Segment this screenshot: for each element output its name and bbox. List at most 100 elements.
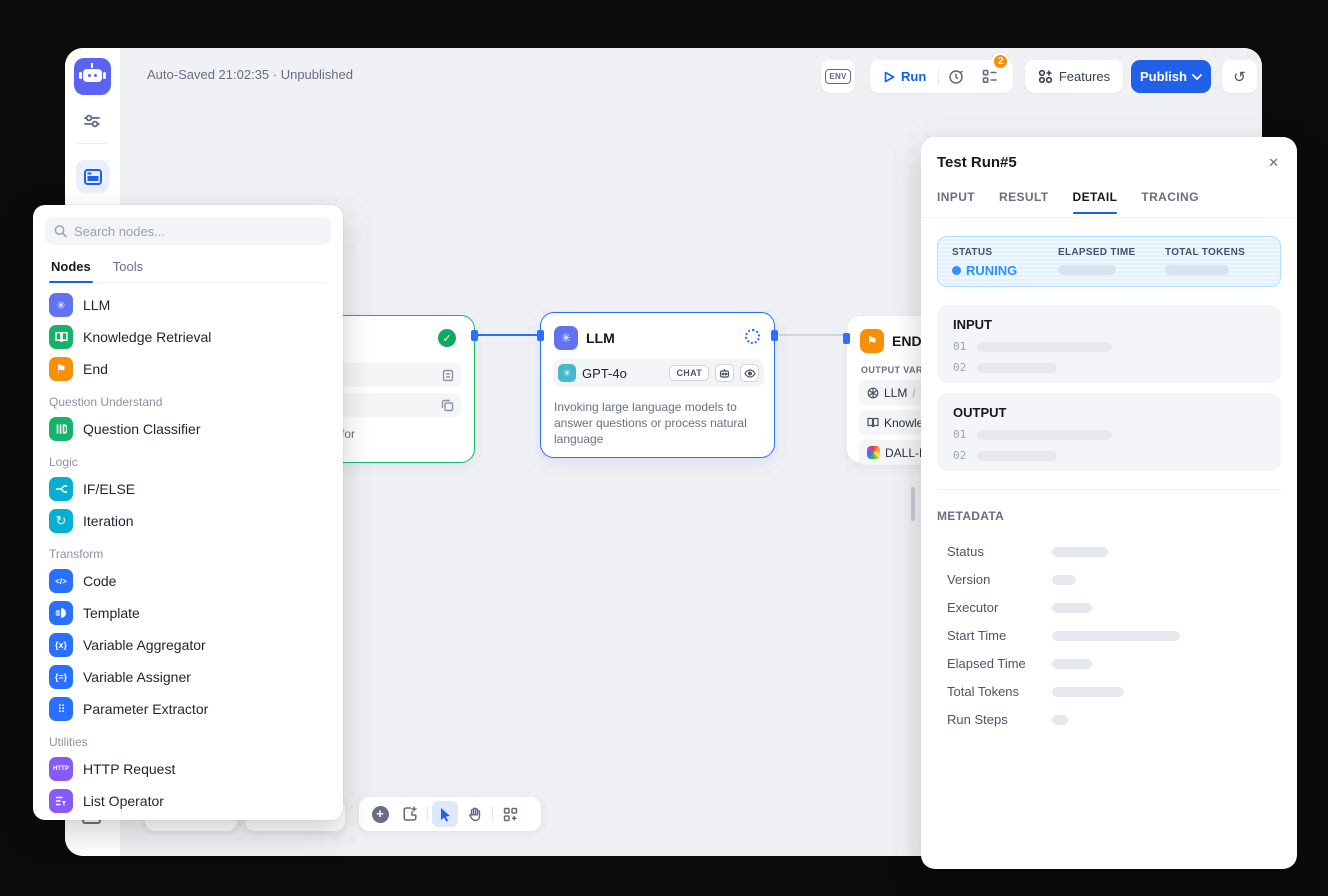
plus-icon: + bbox=[372, 806, 389, 823]
search-icon bbox=[54, 224, 67, 238]
section-question-understand: Question Understand bbox=[41, 385, 335, 413]
env-icon: ENV bbox=[825, 69, 850, 84]
tab-nodes[interactable]: Nodes bbox=[49, 255, 93, 282]
code-icon: </> bbox=[49, 569, 73, 593]
skeleton-bar bbox=[1052, 603, 1092, 613]
app-robot-icon[interactable] bbox=[74, 58, 111, 95]
node-item-if-else[interactable]: IF/ELSE bbox=[41, 473, 335, 505]
canvas-toolbar: + bbox=[359, 797, 541, 831]
section-logic: Logic bbox=[41, 445, 335, 473]
node-item-variable-assigner[interactable]: {=} Variable Assigner bbox=[41, 661, 335, 693]
window-icon bbox=[84, 169, 102, 185]
skeleton-bar bbox=[1052, 575, 1076, 585]
skeleton-bar bbox=[1052, 687, 1124, 697]
dalle-icon bbox=[867, 446, 880, 459]
meta-run-steps-label: Run Steps bbox=[947, 712, 1052, 727]
status-value: RUNING bbox=[966, 263, 1017, 278]
hand-icon bbox=[468, 807, 482, 822]
chevron-down-icon bbox=[1192, 74, 1202, 80]
llm-node[interactable]: ✳ LLM ✳ GPT-4o CHAT Invoking large langu… bbox=[540, 312, 775, 458]
node-item-http-request[interactable]: HTTP HTTP Request bbox=[41, 753, 335, 785]
cursor-icon bbox=[439, 807, 452, 822]
node-item-code[interactable]: </> Code bbox=[41, 565, 335, 597]
input-title: INPUT bbox=[953, 317, 1265, 332]
list-filter-icon bbox=[49, 789, 73, 813]
flag-icon: ⚑ bbox=[49, 357, 73, 381]
env-button[interactable]: ENV bbox=[821, 60, 855, 93]
skeleton-bar bbox=[977, 363, 1057, 373]
tab-input[interactable]: INPUT bbox=[937, 190, 975, 214]
status-card: STATUS RUNING ELAPSED TIME TOTAL TOKENS bbox=[937, 236, 1281, 287]
llm-output-handle[interactable] bbox=[771, 330, 778, 341]
tab-result[interactable]: RESULT bbox=[999, 190, 1049, 214]
gpt4o-icon: ✳ bbox=[558, 364, 576, 382]
node-item-list-operator[interactable]: List Operator bbox=[41, 785, 335, 817]
template-icon bbox=[49, 601, 73, 625]
version-history-button[interactable]: ↺ bbox=[1222, 60, 1257, 93]
book-icon bbox=[49, 325, 73, 349]
tab-tools[interactable]: Tools bbox=[111, 255, 145, 282]
hand-mode-button[interactable] bbox=[462, 801, 488, 827]
metadata-title: METADATA bbox=[937, 509, 1004, 523]
auto-layout-button[interactable] bbox=[497, 801, 523, 827]
classifier-icon bbox=[49, 417, 73, 441]
llm-icon: ✳ bbox=[554, 326, 578, 350]
input-card: INPUT 01 02 bbox=[937, 305, 1281, 383]
add-note-button[interactable] bbox=[397, 801, 423, 827]
checklist-icon bbox=[982, 69, 998, 84]
publish-button[interactable]: Publish bbox=[1131, 60, 1211, 93]
section-transform: Transform bbox=[41, 537, 335, 565]
skeleton-bar bbox=[1052, 715, 1068, 725]
play-icon bbox=[884, 71, 895, 83]
llm-outline-icon bbox=[867, 387, 879, 399]
tab-tracing[interactable]: TRACING bbox=[1141, 190, 1198, 214]
orchestrate-view-button[interactable] bbox=[76, 160, 109, 193]
chat-mode-badge: CHAT bbox=[669, 365, 709, 381]
end-input-handle[interactable] bbox=[843, 333, 850, 344]
tab-detail[interactable]: DETAIL bbox=[1073, 190, 1118, 214]
start-output-handle[interactable] bbox=[471, 330, 478, 341]
var-eq-icon: {=} bbox=[49, 665, 73, 689]
running-spinner-icon bbox=[745, 329, 760, 344]
node-item-llm[interactable]: ✳ LLM bbox=[41, 289, 335, 321]
search-input[interactable] bbox=[74, 224, 322, 239]
llm-input-handle[interactable] bbox=[537, 330, 544, 341]
node-item-variable-aggregator[interactable]: {x} Variable Aggregator bbox=[41, 629, 335, 661]
dots-grid-icon: ⠿ bbox=[49, 697, 73, 721]
running-dot-icon bbox=[952, 266, 961, 275]
node-search[interactable] bbox=[45, 217, 331, 245]
sliders-icon[interactable] bbox=[82, 112, 102, 135]
stopwatch-icon bbox=[948, 69, 964, 85]
node-item-question-classifier[interactable]: Question Classifier bbox=[41, 413, 335, 445]
meta-start-time-label: Start Time bbox=[947, 628, 1052, 643]
history-icon: ↺ bbox=[1233, 68, 1246, 86]
pointer-mode-button[interactable] bbox=[432, 801, 458, 827]
add-node-button[interactable]: + bbox=[367, 801, 393, 827]
node-item-knowledge-retrieval[interactable]: Knowledge Retrieval bbox=[41, 321, 335, 353]
model-selector[interactable]: ✳ GPT-4o CHAT bbox=[553, 359, 764, 387]
var-x-icon: {x} bbox=[49, 633, 73, 657]
skeleton-bar bbox=[977, 430, 1112, 440]
http-icon: HTTP bbox=[49, 757, 73, 781]
eye-icon bbox=[740, 364, 759, 382]
checklist-count-badge: 2 bbox=[992, 53, 1009, 70]
node-item-parameter-extractor[interactable]: ⠿ Parameter Extractor bbox=[41, 693, 335, 725]
checklist-button[interactable]: 2 bbox=[973, 60, 1007, 93]
node-item-end[interactable]: ⚑ End bbox=[41, 353, 335, 385]
skeleton-bar bbox=[1052, 631, 1180, 641]
canvas-scrollbar[interactable] bbox=[911, 487, 915, 521]
run-button[interactable]: Run bbox=[870, 69, 938, 84]
skeleton-bar bbox=[1052, 659, 1092, 669]
autosave-status: Auto-Saved 21:02:35 · Unpublished bbox=[147, 67, 353, 82]
features-icon bbox=[1038, 69, 1053, 84]
skeleton-bar bbox=[977, 342, 1112, 352]
end-node-title: END bbox=[892, 333, 922, 349]
node-picker-panel: Nodes Tools ✳ LLM Knowledge Retrieval ⚑ … bbox=[33, 205, 343, 820]
meta-executor-label: Executor bbox=[947, 600, 1052, 615]
run-button-group: Run 2 bbox=[870, 60, 1013, 93]
close-icon[interactable]: ✕ bbox=[1268, 155, 1279, 171]
run-history-button[interactable] bbox=[939, 60, 973, 93]
features-button[interactable]: Features bbox=[1025, 60, 1123, 93]
node-item-template[interactable]: Template bbox=[41, 597, 335, 629]
node-item-iteration[interactable]: ↻ Iteration bbox=[41, 505, 335, 537]
